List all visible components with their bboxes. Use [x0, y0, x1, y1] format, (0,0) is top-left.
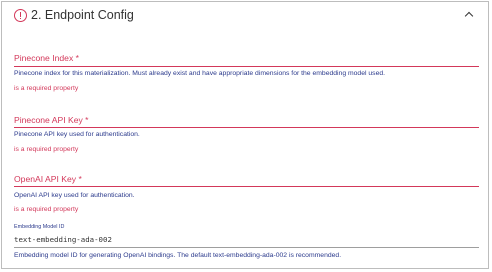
embedding-model-id-label: Embedding Model ID: [14, 224, 65, 230]
openai-api-key-label: OpenAI API Key *: [14, 174, 82, 184]
endpoint-config-panel: 2. Endpoint Config Pinecone Index * Pine…: [1, 1, 489, 269]
embedding-model-id-underline: [14, 247, 479, 248]
chevron-up-icon[interactable]: [464, 11, 474, 21]
pinecone-index-label: Pinecone Index *: [14, 53, 79, 63]
openai-api-key-helper: OpenAI API key used for authentication.: [14, 192, 135, 199]
openai-api-key-error: is a required property: [14, 206, 79, 213]
pinecone-api-key-input[interactable]: [14, 127, 479, 128]
error-circle-icon: [14, 9, 27, 22]
pinecone-index-helper: Pinecone index for this materialization.…: [14, 70, 386, 77]
embedding-model-id-helper: Embedding model ID for generating OpenAI…: [14, 252, 342, 259]
embedding-model-id-input[interactable]: [14, 234, 479, 245]
pinecone-api-key-label: Pinecone API Key *: [14, 115, 89, 125]
openai-api-key-input[interactable]: [14, 186, 479, 187]
pinecone-api-key-error: is a required property: [14, 146, 79, 153]
section-title: 2. Endpoint Config: [31, 8, 134, 22]
section-header[interactable]: 2. Endpoint Config: [2, 2, 488, 32]
pinecone-index-error: is a required property: [14, 85, 79, 92]
pinecone-api-key-helper: Pinecone API key used for authentication…: [14, 131, 140, 138]
pinecone-index-input[interactable]: [14, 66, 479, 67]
